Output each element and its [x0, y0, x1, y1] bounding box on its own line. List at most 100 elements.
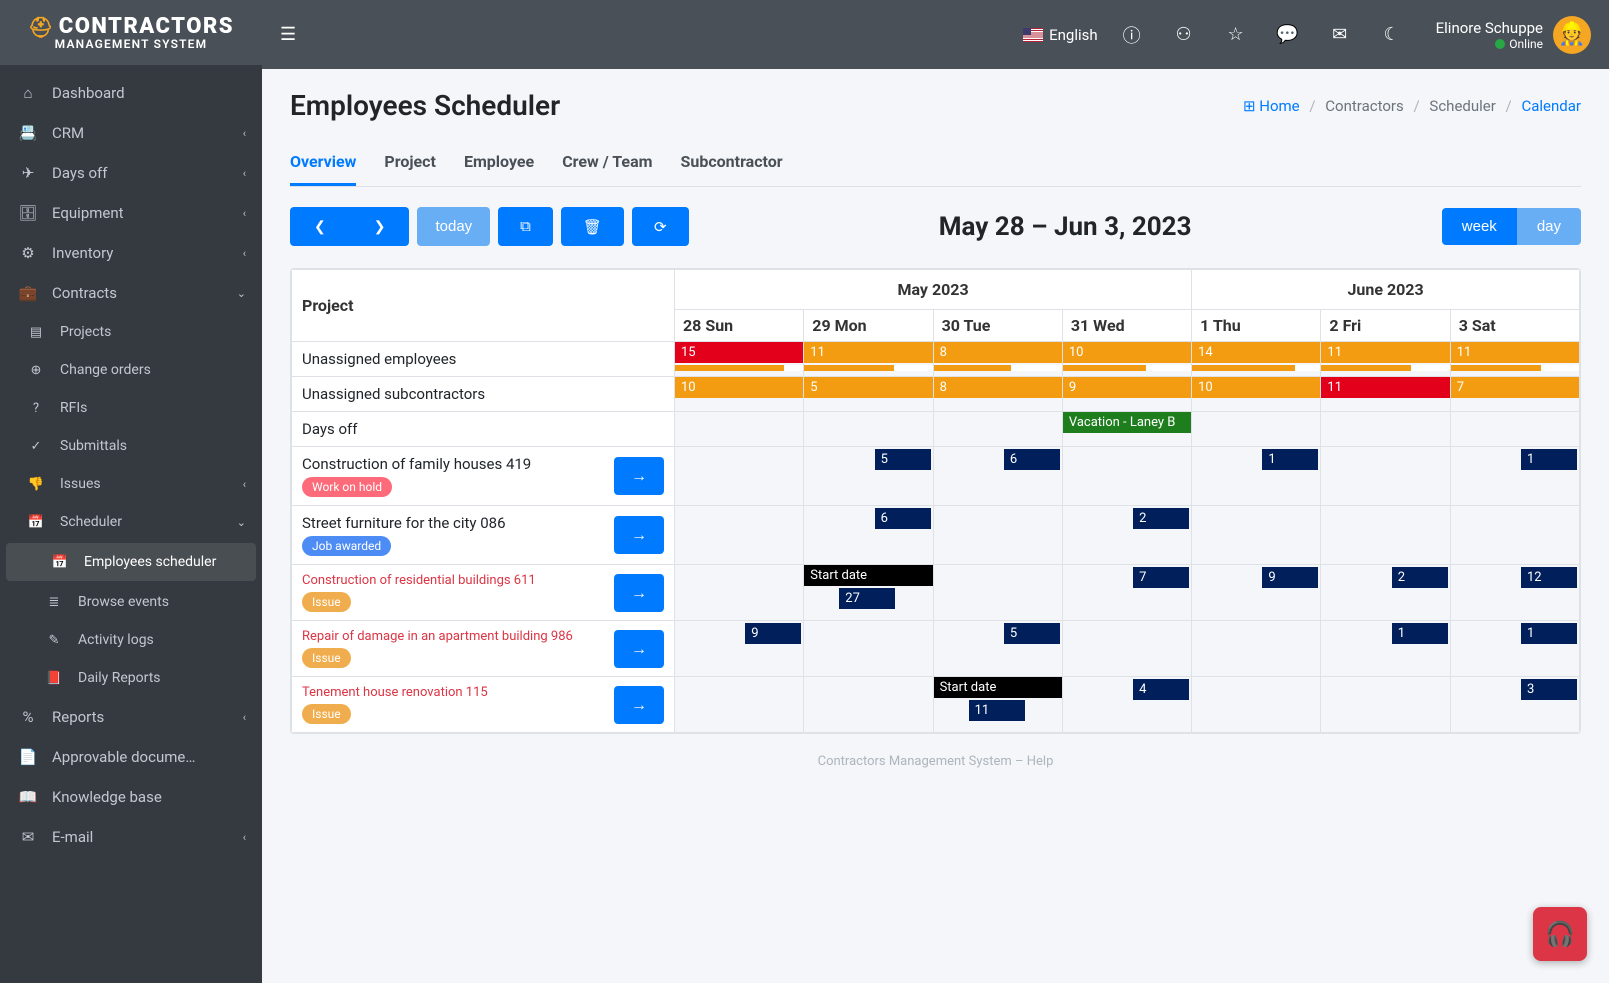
- project-goto-button[interactable]: →: [614, 516, 664, 554]
- sidebar-item-change-orders[interactable]: ⊕Change orders: [0, 351, 262, 389]
- sidebar-item-activity-logs[interactable]: ✎Activity logs: [0, 621, 262, 659]
- dark-mode-icon[interactable]: ☾: [1374, 24, 1410, 45]
- cell-0-6[interactable]: 11: [1450, 342, 1579, 377]
- cell-5-1[interactable]: Start date27: [804, 565, 933, 621]
- sidebar-item-days-off[interactable]: ✈Days off‹: [0, 153, 262, 193]
- sidebar-item-employees-scheduler[interactable]: 📅Employees scheduler: [6, 543, 256, 581]
- sidebar-item-approvable-docume-[interactable]: 📄Approvable docume…: [0, 737, 262, 777]
- menu-toggle-icon[interactable]: ☰: [280, 24, 296, 45]
- profile-icon[interactable]: ⚇: [1166, 24, 1202, 45]
- cell-4-0[interactable]: [675, 506, 804, 565]
- project-goto-button[interactable]: →: [614, 630, 664, 668]
- cell-1-3[interactable]: 9: [1062, 377, 1191, 412]
- week-view-button[interactable]: week: [1442, 208, 1517, 245]
- project-goto-button[interactable]: →: [614, 457, 664, 495]
- cell-2-1[interactable]: [804, 412, 933, 447]
- cell-2-2[interactable]: [933, 412, 1062, 447]
- cell-2-3[interactable]: Vacation - Laney B: [1062, 412, 1191, 447]
- cell-0-2[interactable]: 8: [933, 342, 1062, 377]
- next-button[interactable]: ❯: [350, 207, 410, 246]
- cell-4-2[interactable]: [933, 506, 1062, 565]
- tab-overview[interactable]: Overview: [290, 140, 356, 186]
- cell-3-6[interactable]: 1: [1450, 447, 1579, 506]
- help-icon[interactable]: ⓘ: [1114, 22, 1150, 48]
- prev-button[interactable]: ❮: [290, 207, 350, 246]
- cell-6-1[interactable]: [804, 621, 933, 677]
- cell-4-4[interactable]: [1192, 506, 1321, 565]
- cell-1-6[interactable]: 7: [1450, 377, 1579, 412]
- user-menu[interactable]: Elinore Schuppe Online 👷: [1436, 16, 1591, 54]
- cell-7-2[interactable]: Start date11: [933, 677, 1062, 733]
- cell-0-5[interactable]: 11: [1321, 342, 1450, 377]
- cell-3-5[interactable]: [1321, 447, 1450, 506]
- tab-crew-team[interactable]: Crew / Team: [562, 140, 652, 186]
- tab-project[interactable]: Project: [384, 140, 436, 186]
- cell-0-4[interactable]: 14: [1192, 342, 1321, 377]
- cell-6-5[interactable]: 1: [1321, 621, 1450, 677]
- cell-4-1[interactable]: 6: [804, 506, 933, 565]
- cell-5-6[interactable]: 12: [1450, 565, 1579, 621]
- language-selector[interactable]: English: [1023, 26, 1098, 44]
- sidebar-item-submittals[interactable]: ✓Submittals: [0, 427, 262, 465]
- cell-5-5[interactable]: 2: [1321, 565, 1450, 621]
- delete-button[interactable]: 🗑: [561, 207, 624, 246]
- cell-3-1[interactable]: 5: [804, 447, 933, 506]
- cell-4-5[interactable]: [1321, 506, 1450, 565]
- cell-7-3[interactable]: 4: [1062, 677, 1191, 733]
- star-icon[interactable]: ☆: [1218, 24, 1254, 45]
- cell-5-0[interactable]: [675, 565, 804, 621]
- cell-7-1[interactable]: [804, 677, 933, 733]
- sidebar-item-browse-events[interactable]: ≣Browse events: [0, 583, 262, 621]
- cell-6-2[interactable]: 5: [933, 621, 1062, 677]
- cell-6-6[interactable]: 1: [1450, 621, 1579, 677]
- cell-7-0[interactable]: [675, 677, 804, 733]
- cell-0-0[interactable]: 15: [675, 342, 804, 377]
- sidebar-item-daily-reports[interactable]: 📕Daily Reports: [0, 659, 262, 697]
- sidebar-item-reports[interactable]: %Reports‹: [0, 697, 262, 737]
- cell-2-6[interactable]: [1450, 412, 1579, 447]
- chat-icon[interactable]: 💬: [1270, 24, 1306, 45]
- sidebar-item-dashboard[interactable]: ⌂Dashboard: [0, 73, 262, 113]
- sidebar-item-projects[interactable]: ▤Projects: [0, 313, 262, 351]
- cell-2-5[interactable]: [1321, 412, 1450, 447]
- sidebar-item-crm[interactable]: 📇CRM‹: [0, 113, 262, 153]
- copy-button[interactable]: ⧉: [498, 207, 553, 246]
- tab-employee[interactable]: Employee: [464, 140, 534, 186]
- cell-2-4[interactable]: [1192, 412, 1321, 447]
- breadcrumb-current[interactable]: Calendar: [1521, 97, 1581, 115]
- cell-6-0[interactable]: 9: [675, 621, 804, 677]
- cell-0-3[interactable]: 10: [1062, 342, 1191, 377]
- project-goto-button[interactable]: →: [614, 574, 664, 612]
- cell-7-4[interactable]: [1192, 677, 1321, 733]
- cell-7-6[interactable]: 3: [1450, 677, 1579, 733]
- cell-4-6[interactable]: [1450, 506, 1579, 565]
- cell-5-4[interactable]: 9: [1192, 565, 1321, 621]
- breadcrumb-home[interactable]: Home: [1259, 97, 1299, 115]
- cell-7-5[interactable]: [1321, 677, 1450, 733]
- refresh-button[interactable]: ⟳: [632, 207, 689, 246]
- cell-3-3[interactable]: [1062, 447, 1191, 506]
- cell-1-0[interactable]: 10: [675, 377, 804, 412]
- cell-1-2[interactable]: 8: [933, 377, 1062, 412]
- cell-3-2[interactable]: 6: [933, 447, 1062, 506]
- cell-6-3[interactable]: [1062, 621, 1191, 677]
- sidebar-item-contracts[interactable]: 💼Contracts⌄: [0, 273, 262, 313]
- day-view-button[interactable]: day: [1517, 208, 1581, 245]
- mail-icon[interactable]: ✉: [1322, 24, 1358, 45]
- cell-1-5[interactable]: 11: [1321, 377, 1450, 412]
- sidebar-item-equipment[interactable]: 🗄Equipment‹: [0, 193, 262, 233]
- cell-3-0[interactable]: [675, 447, 804, 506]
- logo[interactable]: ⛑CONTRACTORS MANAGEMENT SYSTEM: [0, 0, 262, 65]
- cell-2-0[interactable]: [675, 412, 804, 447]
- cell-5-3[interactable]: 7: [1062, 565, 1191, 621]
- tab-subcontractor[interactable]: Subcontractor: [681, 140, 783, 186]
- project-goto-button[interactable]: →: [614, 686, 664, 724]
- sidebar-item-issues[interactable]: 👎Issues‹: [0, 465, 262, 503]
- sidebar-item-knowledge-base[interactable]: 📖Knowledge base: [0, 777, 262, 817]
- cell-5-2[interactable]: [933, 565, 1062, 621]
- cell-4-3[interactable]: 2: [1062, 506, 1191, 565]
- cell-6-4[interactable]: [1192, 621, 1321, 677]
- sidebar-item-scheduler[interactable]: 📅Scheduler⌄: [0, 503, 262, 541]
- sidebar-item-inventory[interactable]: ⚙Inventory‹: [0, 233, 262, 273]
- cell-0-1[interactable]: 11: [804, 342, 933, 377]
